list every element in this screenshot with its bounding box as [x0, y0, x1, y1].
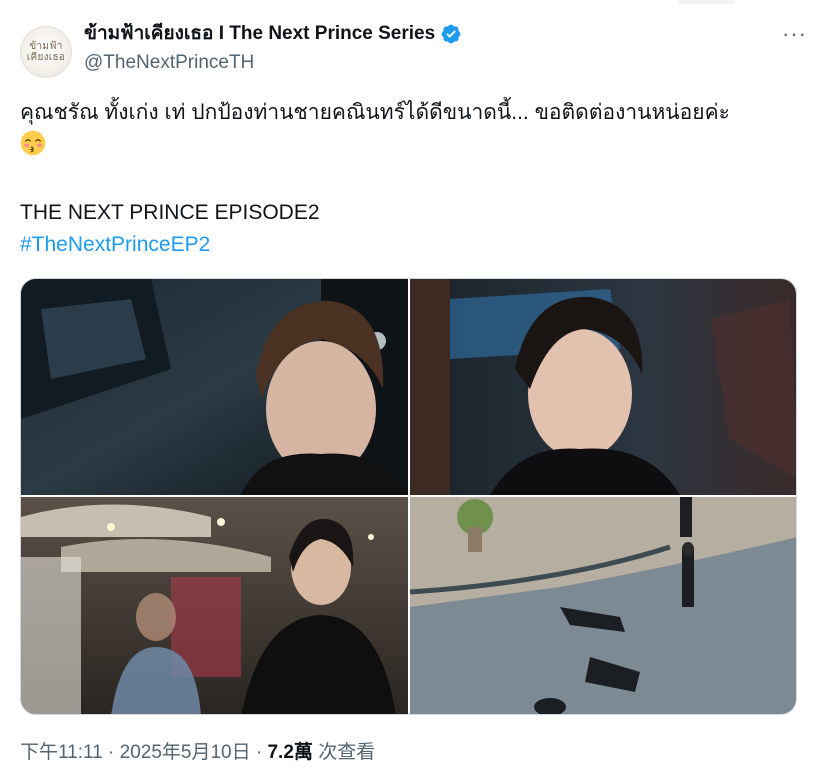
tweet-date[interactable]: 2025年5月10日: [120, 742, 251, 763]
avatar-logo-text: ข้ามฟ้า เคียงเธอ: [26, 41, 66, 63]
account-handle[interactable]: @TheNextPrinceTH: [84, 52, 254, 74]
photo-overhead-street-scene[interactable]: [410, 497, 796, 714]
tweet-body: คุณชรัณ ทั้งเก่ง เท่ ปกป้องท่านชายคณินทร…: [20, 101, 730, 124]
tweet-text: คุณชรัณ ทั้งเก่ง เท่ ปกป้องท่านชายคณินทร…: [20, 96, 810, 162]
media-grid: [20, 278, 797, 715]
top-partial-button[interactable]: [678, 0, 736, 4]
meta-separator: ·: [255, 742, 263, 763]
episode-title: THE NEXT PRINCE EPISODE2: [20, 201, 320, 224]
meta-separator: ·: [108, 742, 115, 763]
views-count: 7.2萬: [267, 742, 313, 763]
verified-badge-icon[interactable]: [440, 23, 462, 45]
tweet-header: ข้ามฟ้า เคียงเธอ ข้ามฟ้าเคียงเธอ I The N…: [20, 20, 809, 80]
photo-young-man-in-car-back-seat[interactable]: [21, 279, 408, 495]
kissing-face-closed-eyes-emoji: [20, 130, 46, 156]
name-row: ข้ามฟ้าเคียงเธอ I The Next Prince Series: [84, 22, 462, 46]
photo-man-in-car-looking-sideways[interactable]: [410, 279, 796, 495]
display-name[interactable]: ข้ามฟ้าเคียงเธอ I The Next Prince Series: [84, 22, 435, 46]
photo-man-at-night-market[interactable]: [21, 497, 408, 714]
views-label: 次查看: [318, 742, 376, 763]
avatar[interactable]: ข้ามฟ้า เคียงเธอ: [20, 26, 72, 78]
tweet-time[interactable]: 下午11:11: [20, 742, 103, 763]
more-options-icon[interactable]: ···: [782, 23, 807, 45]
tweet-meta: 下午11:11 · 2025年5月10日 · 7.2萬 次查看: [20, 740, 375, 766]
hashtag-link[interactable]: #TheNextPrinceEP2: [20, 230, 210, 260]
